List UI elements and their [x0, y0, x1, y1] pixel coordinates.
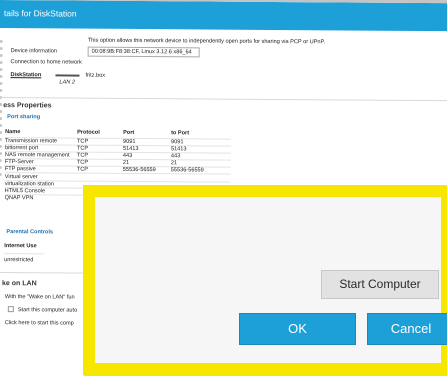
device-info-label: Device information	[10, 48, 57, 55]
lan-label: LAN 2	[59, 79, 75, 86]
wol-description: With the "Wake on LAN" fun	[4, 294, 75, 301]
ok-button[interactable]: OK	[239, 313, 356, 345]
cancel-button[interactable]: Cancel	[367, 313, 447, 345]
connection-line	[55, 74, 80, 77]
internet-use-value: unrestricted	[4, 256, 34, 264]
mac-address-value: 00:08:9B:F8:38:CF, Linux 3.12.6 x86_64	[91, 48, 192, 56]
cell: NAS remote management	[4, 152, 70, 159]
intro-text: This option allows this network device t…	[87, 37, 326, 46]
col-protocol: Protocol	[77, 129, 100, 136]
cell: Transmission remote	[4, 137, 58, 145]
mac-address-field[interactable]: 00:08:9B:F8:38:CF, Linux 3.12.6 x86_64	[87, 46, 200, 58]
start-computer-button[interactable]: Start Computer	[321, 270, 439, 299]
col-port: Port	[123, 130, 135, 137]
cell: QNAP VPN	[4, 195, 34, 202]
device-link[interactable]: DiskStation	[10, 72, 41, 78]
screen: tails for DiskStation This option allows…	[0, 0, 447, 376]
access-title: ess Properties	[3, 102, 52, 110]
divider	[0, 272, 89, 274]
port-sharing-title[interactable]: Port sharing	[7, 114, 40, 120]
parental-table: Internet Use unrestricted	[4, 240, 45, 267]
title-bar: tails for DiskStation	[0, 0, 447, 32]
wol-auto-label: Start this computer auto	[17, 307, 78, 314]
divider	[0, 97, 447, 102]
cell: virtualization station	[4, 180, 54, 188]
highlighted-dialog: Start Computer OK Cancel	[83, 185, 447, 375]
window-title: tails for DiskStation	[3, 8, 77, 19]
wol-click-text: Click here to start this comp	[4, 320, 74, 327]
wol-auto-checkbox[interactable]	[7, 306, 14, 313]
scroll-dots	[0, 40, 4, 180]
col-to-port: to Port	[171, 130, 190, 137]
internet-use-header: Internet Use	[4, 243, 37, 250]
cell: 55536-56559	[170, 167, 204, 174]
parental-controls-title[interactable]: Parental Controls	[6, 229, 53, 235]
router-name: fritz.box	[85, 72, 106, 79]
wol-title: ke on LAN	[1, 280, 37, 288]
dialog-panel: Start Computer OK Cancel	[95, 197, 447, 363]
cell: 55536-56559	[122, 167, 156, 174]
connection-label: Connection to home network	[10, 59, 82, 66]
cell: HTML5 Console	[4, 187, 46, 195]
